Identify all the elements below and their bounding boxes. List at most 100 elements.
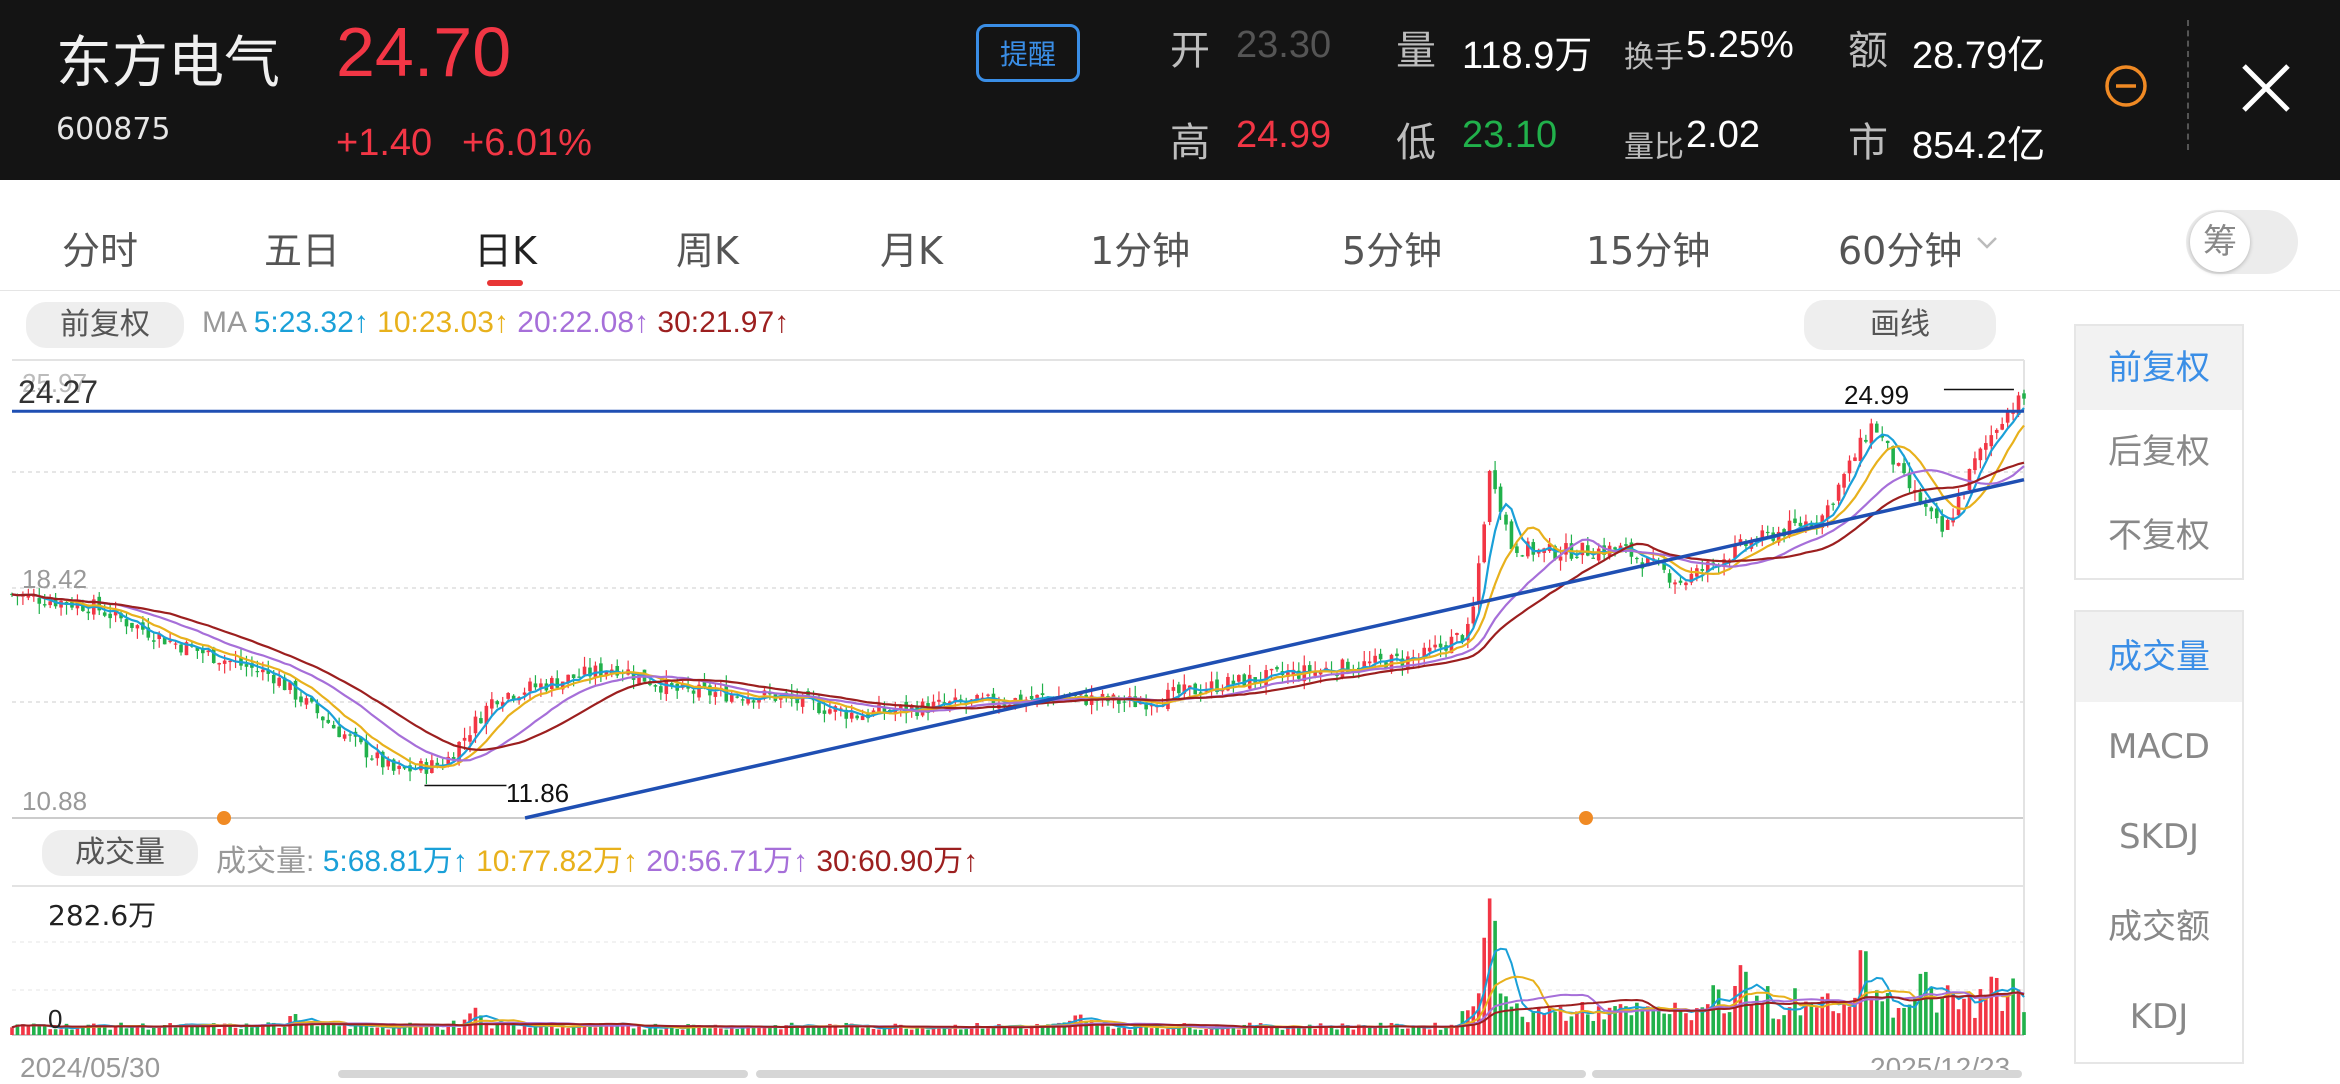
volume-bar [233, 1027, 238, 1035]
volume-bar [631, 1028, 636, 1035]
volume-bar [1367, 1027, 1372, 1035]
volume-bar [1722, 1013, 1726, 1035]
side-indicator-kdj[interactable]: KDJ [2076, 972, 2242, 1062]
volume-bar [871, 1028, 876, 1035]
candle-body [1520, 555, 1525, 557]
scrollbar-segment-1[interactable] [338, 1070, 748, 1078]
close-icon[interactable] [2238, 60, 2294, 116]
side-indicator-macd[interactable]: MACD [2076, 702, 2242, 792]
candle-body [1373, 655, 1377, 663]
candle-body [320, 716, 325, 721]
vol-ma5-line [11, 947, 2025, 1030]
volume-bar [1771, 1018, 1775, 1035]
candle-body [849, 712, 854, 719]
candle-body [1793, 518, 1797, 524]
candle-body [1455, 632, 1459, 636]
candle-body [1471, 606, 1476, 624]
volume-bar [1842, 1002, 1846, 1035]
volume-pill[interactable]: 成交量 [42, 830, 198, 876]
volume-bar [1602, 1019, 1606, 1035]
volume-bar [566, 1028, 570, 1035]
volume-bar [173, 1027, 178, 1035]
volume-bar [1237, 1029, 1241, 1035]
volume-bar [1498, 993, 1503, 1035]
volume-bar [1198, 1029, 1203, 1035]
volume-bar [637, 1026, 641, 1035]
volume-bar [1656, 1010, 1661, 1035]
candle-body [173, 643, 178, 645]
scrollbar-segment-2[interactable] [756, 1070, 1586, 1078]
volume-bar [1220, 1028, 1225, 1035]
candle-body [1596, 548, 1601, 561]
volume-bar [1127, 1029, 1132, 1035]
candle-body [462, 737, 467, 741]
kline-chart[interactable] [0, 0, 2060, 1080]
candle-body [331, 724, 336, 729]
volume-bar [419, 1026, 423, 1035]
side-adjust-backward[interactable]: 后复权 [2076, 410, 2242, 494]
candle-body [135, 625, 140, 629]
volume-bar [201, 1026, 205, 1035]
volume-bar [1166, 1028, 1170, 1035]
volume-bar [609, 1025, 614, 1035]
volume-bar [779, 1029, 783, 1035]
side-indicator-amount[interactable]: 成交额 [2076, 882, 2242, 972]
chart-annotations [12, 388, 2025, 825]
volume-bar [1553, 1011, 1557, 1035]
vol-ma20: 20:56.71万↑ [646, 845, 809, 878]
trend-handle-right [1579, 811, 1593, 825]
side-adjust-forward[interactable]: 前复权 [2076, 326, 2242, 410]
volume-bar [958, 1029, 963, 1035]
candle-body [1896, 462, 1901, 466]
volume-bar [386, 1029, 391, 1035]
volume-bar [1247, 1022, 1252, 1035]
volume-bar [1716, 989, 1721, 1035]
side-indicator-volume[interactable]: 成交量 [2076, 612, 2242, 702]
volume-bar [719, 1028, 723, 1035]
volume-bar [1024, 1028, 1028, 1035]
candle-body [691, 690, 696, 694]
volume-bar [1727, 1012, 1732, 1035]
candle-body [582, 666, 587, 675]
candle-body [1994, 429, 1999, 433]
volume-bar [1324, 1027, 1328, 1035]
candle-body [1798, 522, 1803, 527]
side-adjust-none[interactable]: 不复权 [2076, 494, 2242, 578]
volume-bar [675, 1028, 680, 1035]
volume-bar [108, 1029, 112, 1035]
volume-bar [964, 1029, 969, 1035]
volume-bar [26, 1026, 31, 1035]
high-marker-label: 24.99 [1844, 380, 1910, 410]
volume-bar [680, 1029, 685, 1035]
candle-body [533, 683, 538, 688]
scrollbar-segment-3[interactable] [1592, 1070, 2022, 1078]
volume-bar [1580, 1002, 1585, 1035]
volume-bar [817, 1027, 821, 1035]
volume-bar [931, 1028, 936, 1035]
candle-body [473, 716, 478, 734]
volume-bar [119, 1022, 123, 1035]
chip-toggle-knob[interactable]: 筹 [2190, 212, 2250, 272]
volume-bar [1373, 1027, 1377, 1035]
volume-bar [1362, 1027, 1367, 1035]
candle-body [1209, 681, 1214, 689]
candle-body [1040, 693, 1045, 695]
candle-body [1836, 484, 1841, 501]
candle-body [277, 677, 281, 686]
volume-bar [1438, 1029, 1443, 1035]
candle-body [124, 619, 129, 627]
volume-bar [359, 1026, 363, 1035]
side-indicator-skdj[interactable]: SKDJ [2076, 792, 2242, 882]
candle-body [337, 726, 341, 738]
volume-bar [1591, 1020, 1596, 1035]
volume-bar [1313, 1029, 1317, 1035]
candle-body [1482, 524, 1486, 563]
candle-body [735, 696, 739, 698]
volume-bar [2005, 994, 2010, 1035]
volume-bar [1111, 1028, 1116, 1035]
candle-body [244, 664, 249, 667]
volume-bar [909, 1029, 914, 1035]
volume-bar [708, 1028, 712, 1035]
volume-bar [1836, 1013, 1841, 1035]
collapse-icon[interactable] [2104, 64, 2148, 108]
